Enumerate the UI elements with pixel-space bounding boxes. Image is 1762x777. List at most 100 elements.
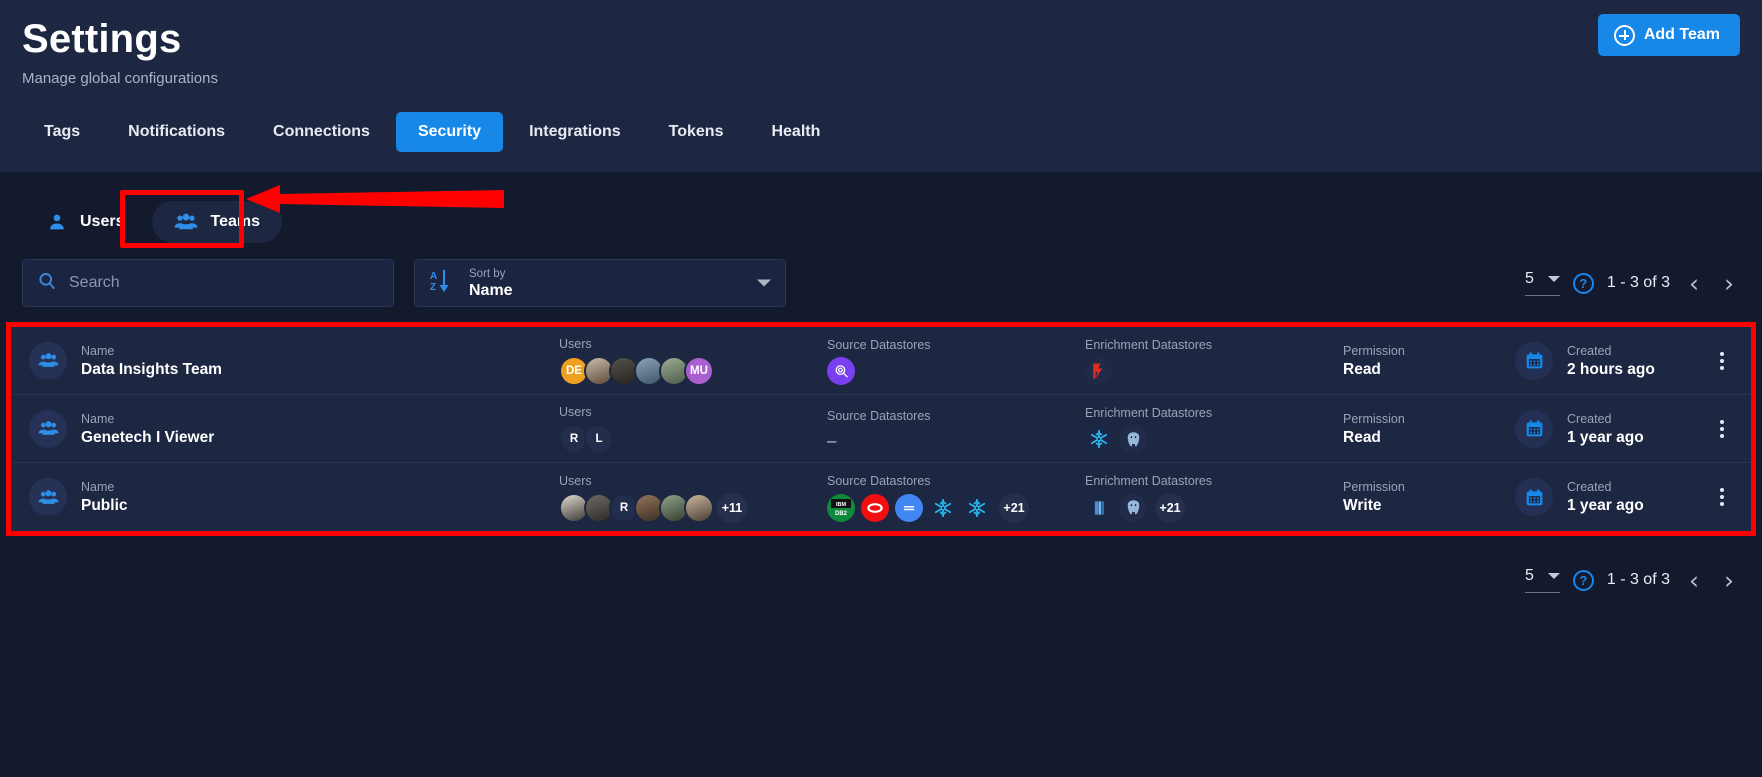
column-label-created: Created bbox=[1567, 411, 1612, 426]
column-label-users: Users bbox=[559, 473, 592, 488]
filter-bar: Search A Z Sort by Name 5 ? 1 - 3 of 3 ‹… bbox=[0, 250, 1762, 316]
chevron-down-icon[interactable] bbox=[757, 279, 771, 287]
pagination-bottom: 5 ? 1 - 3 of 3 ‹ › bbox=[1524, 567, 1740, 593]
prev-page-button-bottom[interactable]: ‹ bbox=[1683, 568, 1705, 593]
column-label-permission: Permission bbox=[1343, 480, 1405, 494]
snowflake-icon[interactable] bbox=[963, 493, 991, 522]
subnav-item-teams[interactable]: Teams bbox=[152, 201, 282, 243]
source-datastores-empty: – bbox=[827, 430, 837, 450]
sort-by-select[interactable]: A Z Sort by Name bbox=[414, 259, 786, 307]
source-datastores-overflow-count[interactable]: +21 bbox=[999, 492, 1029, 523]
team-name-value: Data Insights Team bbox=[81, 360, 222, 378]
permission-cell: Permission Read bbox=[1343, 410, 1515, 448]
created-cell: Created 1 year ago bbox=[1515, 478, 1715, 516]
tab-health[interactable]: Health bbox=[749, 112, 842, 152]
postgresql-icon[interactable] bbox=[1119, 425, 1147, 453]
help-icon[interactable]: ? bbox=[1572, 569, 1594, 591]
created-value: 2 hours ago bbox=[1567, 360, 1655, 378]
team-name-cell: Name Genetech I Viewer bbox=[29, 409, 559, 448]
permission-cell: Permission Read bbox=[1343, 342, 1515, 380]
ibm-db2-icon[interactable]: IBM DB2 bbox=[827, 493, 855, 522]
page-range-top: 1 - 3 of 3 bbox=[1606, 274, 1670, 291]
subnav-item-users[interactable]: Users bbox=[24, 201, 146, 243]
table-row[interactable]: Name Genetech I Viewer Users R L Source … bbox=[11, 395, 1751, 463]
column-label-enrichment-datastores: Enrichment Datastores bbox=[1085, 338, 1213, 352]
google-bigquery-icon[interactable] bbox=[895, 493, 923, 522]
avatar[interactable]: L bbox=[584, 424, 614, 454]
column-label-created: Created bbox=[1567, 343, 1612, 358]
table-row[interactable]: Name Data Insights Team Users DE MU Sour… bbox=[11, 327, 1751, 395]
snowflake-icon[interactable] bbox=[1085, 425, 1113, 453]
sort-az-icon: A Z bbox=[429, 268, 455, 299]
column-label-enrichment-datastores: Enrichment Datastores bbox=[1085, 473, 1213, 488]
snowflake-icon[interactable] bbox=[929, 493, 957, 522]
tab-notifications[interactable]: Notifications bbox=[106, 112, 247, 152]
pagination-top: 5 ? 1 - 3 of 3 ‹ › bbox=[1524, 270, 1740, 296]
add-team-button[interactable]: Add Team bbox=[1597, 14, 1740, 56]
column-label-users: Users bbox=[559, 337, 592, 351]
enrichment-datastore-group bbox=[1085, 357, 1343, 385]
svg-text:Z: Z bbox=[430, 282, 436, 293]
row-menu-button[interactable] bbox=[1711, 350, 1733, 372]
permission-value: Read bbox=[1343, 428, 1381, 446]
column-label-enrichment-datastores: Enrichment Datastores bbox=[1085, 406, 1213, 420]
tab-connections[interactable]: Connections bbox=[251, 112, 392, 152]
tab-tags[interactable]: Tags bbox=[22, 112, 102, 152]
users-group-icon bbox=[29, 478, 67, 516]
page-range-bottom: 1 - 3 of 3 bbox=[1606, 571, 1670, 588]
permission-value: Write bbox=[1343, 497, 1382, 514]
tab-integrations[interactable]: Integrations bbox=[507, 112, 643, 152]
row-menu-button[interactable] bbox=[1711, 486, 1733, 508]
enrichment-datastores-cell: Enrichment Datastores bbox=[1085, 336, 1343, 385]
user-avatar-group: R L bbox=[559, 424, 827, 454]
help-icon[interactable]: ? bbox=[1572, 272, 1594, 294]
users-cell: Users R L bbox=[559, 403, 827, 454]
users-group-icon bbox=[29, 341, 67, 380]
calendar-icon bbox=[1515, 341, 1553, 380]
tab-security[interactable]: Security bbox=[395, 112, 504, 152]
calendar-icon bbox=[1515, 409, 1553, 448]
page-title: Settings bbox=[22, 17, 182, 61]
avatar[interactable]: MU bbox=[684, 356, 714, 386]
column-label-users: Users bbox=[559, 405, 592, 419]
tab-tokens[interactable]: Tokens bbox=[647, 112, 746, 152]
prev-page-button-top[interactable]: ‹ bbox=[1683, 271, 1705, 296]
redshift-icon[interactable] bbox=[1085, 493, 1113, 522]
next-page-button-bottom[interactable]: › bbox=[1718, 568, 1740, 593]
column-label-source-datastores: Source Datastores bbox=[827, 338, 931, 352]
chevron-down-icon bbox=[1547, 276, 1560, 282]
users-group-icon bbox=[29, 409, 67, 448]
page-size-select-bottom[interactable]: 5 bbox=[1524, 567, 1560, 593]
column-label-permission: Permission bbox=[1343, 411, 1405, 426]
enrichment-datastores-overflow-count[interactable]: +21 bbox=[1155, 492, 1185, 523]
source-datastores-cell: Source Datastores – bbox=[827, 407, 1085, 451]
created-cell: Created 1 year ago bbox=[1515, 409, 1715, 448]
datastore-red-icon[interactable] bbox=[1085, 357, 1113, 385]
search-input[interactable]: Search bbox=[22, 259, 394, 307]
users-overflow-count[interactable]: +11 bbox=[717, 492, 747, 523]
column-label-permission: Permission bbox=[1343, 343, 1405, 358]
avatar[interactable] bbox=[684, 492, 714, 523]
add-team-label: Add Team bbox=[1643, 26, 1720, 43]
oracle-icon[interactable] bbox=[861, 493, 889, 522]
postgresql-icon[interactable] bbox=[1119, 493, 1147, 522]
column-label-name: Name bbox=[81, 411, 115, 426]
table-row[interactable]: Name Public Users R +11 Source Datastore… bbox=[11, 463, 1751, 531]
row-menu-button[interactable] bbox=[1711, 418, 1733, 440]
page-size-select-top[interactable]: 5 bbox=[1524, 270, 1560, 296]
created-value: 1 year ago bbox=[1567, 428, 1644, 446]
source-datastore-group bbox=[827, 357, 1085, 385]
user-avatar-group: DE MU bbox=[559, 356, 827, 386]
next-page-button-top[interactable]: › bbox=[1718, 271, 1740, 296]
search-placeholder: Search bbox=[69, 274, 120, 291]
subnav-label-users: Users bbox=[80, 213, 125, 230]
settings-tabs: Tags Notifications Connections Security … bbox=[22, 112, 842, 152]
enrichment-datastore-group bbox=[1085, 425, 1343, 453]
chevron-down-icon bbox=[1547, 573, 1560, 579]
page-size-value-top: 5 bbox=[1524, 270, 1534, 287]
datastore-purple-icon[interactable] bbox=[827, 357, 855, 385]
column-label-name: Name bbox=[81, 480, 115, 494]
user-avatar-group: R +11 bbox=[559, 492, 827, 523]
source-datastores-cell: Source Datastores IBM DB2 +21 bbox=[827, 472, 1085, 523]
page-header: Settings Manage global configurations Ad… bbox=[0, 0, 1762, 172]
